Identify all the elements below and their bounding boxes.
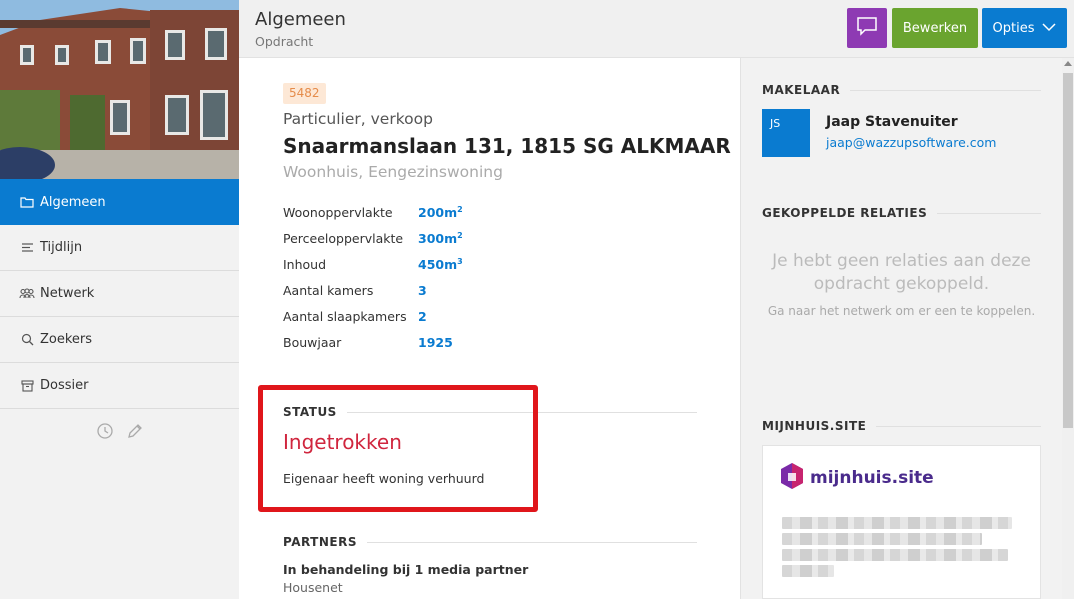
- partners-summary: In behandeling bij 1 media partner: [283, 562, 529, 577]
- agent-section-title: MAKELAAR: [762, 83, 1041, 97]
- sidebar-nav: Algemeen Tijdlijn Netwerk Zoekers Dossie…: [0, 179, 246, 409]
- spec-row: Aantal kamers 3: [283, 283, 463, 309]
- sidebar-item-algemeen[interactable]: Algemeen: [0, 179, 246, 225]
- page-subtitle: Opdracht: [255, 34, 314, 49]
- scrollbar-thumb[interactable]: [1063, 73, 1073, 428]
- blurred-text: [782, 533, 982, 545]
- agent-email-link[interactable]: jaap@wazzupsoftware.com: [826, 135, 996, 150]
- relations-section-title: GEKOPPELDE RELATIES: [762, 206, 1041, 220]
- spec-value: 3: [418, 283, 427, 298]
- sidebar-item-label: Zoekers: [40, 332, 93, 347]
- scrollbar[interactable]: [1062, 58, 1074, 599]
- chevron-down-icon: [1042, 21, 1057, 36]
- property-specs: Woonoppervlakte 200m2 Perceeloppervlakte…: [283, 205, 463, 361]
- spec-label: Aantal kamers: [283, 283, 374, 298]
- status-highlight-box: [258, 385, 538, 512]
- agent-name: Jaap Stavenuiter: [826, 114, 958, 130]
- relations-empty-title: Je hebt geen relaties aan deze opdracht …: [772, 251, 1031, 294]
- mijnhuis-card: mijnhuis.site: [762, 445, 1041, 599]
- options-label: Opties: [992, 20, 1035, 36]
- spec-value: 450m3: [418, 257, 463, 273]
- partners-name: Housenet: [283, 580, 343, 595]
- spec-label: Aantal slaapkamers: [283, 309, 407, 324]
- property-address: Snaarmanslaan 131, 1815 SG ALKMAAR: [283, 134, 731, 158]
- folder-icon: [19, 194, 35, 210]
- sidebar-item-label: Tijdlijn: [40, 240, 83, 255]
- archive-icon: [19, 378, 35, 394]
- avatar: JS: [762, 109, 810, 157]
- sidebar-item-label: Dossier: [40, 378, 89, 393]
- options-button[interactable]: Opties: [982, 8, 1067, 48]
- sidebar-item-label: Algemeen: [40, 194, 106, 210]
- clock-icon[interactable]: [96, 422, 114, 440]
- blurred-text: [782, 517, 1012, 529]
- page-title: Algemeen: [255, 9, 346, 30]
- partners-section-title: PARTNERS: [283, 535, 697, 549]
- people-icon: [19, 286, 35, 302]
- search-icon: [19, 332, 35, 348]
- list-icon: [19, 240, 35, 256]
- sidebar-item-tijdlijn[interactable]: Tijdlijn: [0, 225, 239, 271]
- spec-label: Bouwjaar: [283, 335, 342, 350]
- spec-value: 1925: [418, 335, 453, 350]
- sidebar-item-dossier[interactable]: Dossier: [0, 363, 239, 409]
- mijnhuis-logo: mijnhuis.site: [780, 462, 934, 494]
- spec-row: Woonoppervlakte 200m2: [283, 205, 463, 231]
- spec-value: 200m2: [418, 205, 463, 221]
- blurred-text: [782, 565, 834, 577]
- scroll-up-arrow[interactable]: [1064, 61, 1072, 66]
- property-subtype: Woonhuis, Eengezinswoning: [283, 163, 503, 181]
- spec-label: Perceeloppervlakte: [283, 231, 404, 246]
- spec-row: Perceeloppervlakte 300m2: [283, 231, 463, 257]
- chat-button[interactable]: [847, 8, 887, 48]
- property-photo: [0, 0, 239, 179]
- spec-value: 2: [418, 309, 427, 324]
- page-header: Algemeen Opdracht Bewerken Opties: [239, 0, 1074, 58]
- main-content: 5482 Particulier, verkoop Snaarmanslaan …: [239, 58, 740, 599]
- blurred-text: [782, 549, 1008, 561]
- property-id-badge: 5482: [283, 83, 326, 104]
- mijnhuis-logo-text: mijnhuis.site: [810, 468, 934, 488]
- chat-icon: [856, 16, 878, 40]
- sidebar-item-zoekers[interactable]: Zoekers: [0, 317, 239, 363]
- mijnhuis-logo-icon: [780, 462, 804, 494]
- spec-label: Woonoppervlakte: [283, 205, 393, 220]
- sidebar: Algemeen Tijdlijn Netwerk Zoekers Dossie…: [0, 0, 246, 599]
- sidebar-tools: [96, 422, 144, 440]
- spec-value: 300m2: [418, 231, 463, 247]
- pencil-icon[interactable]: [126, 422, 144, 440]
- spec-label: Inhoud: [283, 257, 327, 272]
- mijnhuis-section-title: MIJNHUIS.SITE: [762, 419, 1041, 433]
- relations-empty-sub: Ga naar het netwerk om er een te koppele…: [767, 304, 1036, 318]
- right-panel: MAKELAAR JS Jaap Stavenuiter jaap@wazzup…: [740, 58, 1062, 599]
- property-type: Particulier, verkoop: [283, 110, 433, 128]
- edit-button[interactable]: Bewerken: [892, 8, 978, 48]
- spec-row: Inhoud 450m3: [283, 257, 463, 283]
- spec-row: Aantal slaapkamers 2: [283, 309, 463, 335]
- sidebar-item-netwerk[interactable]: Netwerk: [0, 271, 239, 317]
- sidebar-item-label: Netwerk: [40, 286, 95, 301]
- spec-row: Bouwjaar 1925: [283, 335, 463, 361]
